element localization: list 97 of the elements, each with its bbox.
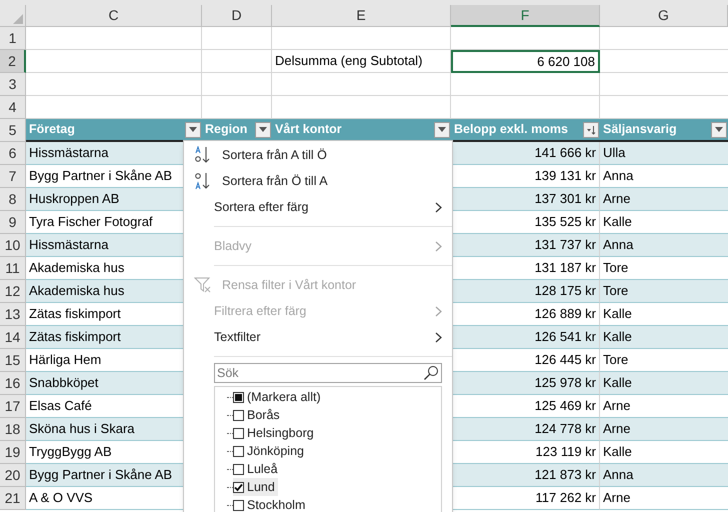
table-cell: 126 889 kr [451, 303, 600, 326]
clear-filter-icon [194, 276, 212, 294]
column-header[interactable]: E [272, 5, 451, 27]
row-header[interactable]: 13 [0, 303, 26, 326]
table-cell: Arne [600, 188, 728, 211]
dropdown-arrow-icon [189, 127, 197, 132]
chevron-right-icon [435, 332, 442, 342]
checkbox[interactable] [233, 428, 244, 438]
table-cell: 131 187 kr [451, 257, 600, 280]
table-cell: 139 131 kr [451, 165, 600, 188]
value-option[interactable]: Helsingborg [233, 424, 317, 442]
value-option[interactable]: Stockholm [233, 496, 308, 512]
table-cell: 126 541 kr [451, 326, 600, 349]
row-header[interactable]: 10 [0, 234, 26, 257]
subtotal-cell[interactable]: 6 620 108 [451, 50, 600, 73]
table-cell: Tore [600, 280, 728, 303]
row-header[interactable]: 16 [0, 372, 26, 395]
value-option[interactable]: Luleå [233, 460, 281, 478]
checkbox[interactable] [233, 464, 244, 474]
row-header[interactable]: 2 [0, 50, 26, 73]
grid-cell[interactable] [202, 73, 272, 96]
table-cell: Kalle [600, 326, 728, 349]
grid-cell[interactable] [26, 50, 202, 73]
row-header[interactable]: 12 [0, 280, 26, 303]
value-option[interactable]: Jönköping [233, 442, 307, 460]
row-header[interactable]: 7 [0, 165, 26, 188]
row-header[interactable]: 18 [0, 418, 26, 441]
row-header[interactable]: 20 [0, 464, 26, 487]
table-header-cell: Företag [26, 119, 202, 142]
filter-button[interactable] [434, 122, 450, 138]
row-header[interactable]: 1 [0, 27, 26, 50]
table-cell: 124 778 kr [451, 418, 600, 441]
row-header[interactable]: 8 [0, 188, 26, 211]
table-cell: 131 737 kr [451, 234, 600, 257]
checkbox[interactable] [233, 410, 244, 420]
table-cell: Ulla [600, 142, 728, 165]
table-cell: 141 666 kr [451, 142, 600, 165]
checkbox[interactable] [233, 482, 244, 492]
row-header[interactable]: 15 [0, 349, 26, 372]
table-header-cell: Region [202, 119, 272, 142]
table-cell: Anna [600, 234, 728, 257]
table-cell: 125 469 kr [451, 395, 600, 418]
checkbox[interactable] [233, 500, 244, 510]
row-header[interactable]: 14 [0, 326, 26, 349]
table-cell: 135 525 kr [451, 211, 600, 234]
table-cell: 128 175 kr [451, 280, 600, 303]
row-header[interactable]: 11 [0, 257, 26, 280]
checkbox[interactable] [233, 446, 244, 456]
grid-cell[interactable] [26, 27, 202, 50]
subtotal-label: Delsumma (eng Subtotal) [272, 50, 451, 73]
table-cell: 121 873 kr [451, 464, 600, 487]
search-icon [423, 365, 439, 381]
grid-cell[interactable] [272, 73, 451, 96]
filter-button[interactable] [185, 122, 201, 138]
chevron-right-icon [435, 202, 442, 212]
table-cell: Kalle [600, 372, 728, 395]
grid-cell[interactable] [451, 73, 600, 96]
table-cell: 125 978 kr [451, 372, 600, 395]
grid-cell[interactable] [451, 27, 600, 50]
row-header[interactable]: 5 [0, 119, 26, 142]
grid-cell[interactable] [26, 73, 202, 96]
sort-filter-button[interactable] [583, 122, 599, 138]
table-header-cell: Säljansvarig [600, 119, 728, 142]
row-header[interactable]: 9 [0, 211, 26, 234]
dropdown-arrow-icon [438, 127, 446, 132]
dropdown-arrow-icon [715, 127, 723, 132]
chevron-right-icon [435, 306, 442, 316]
table-header-cell: Belopp exkl. moms [451, 119, 600, 142]
value-option[interactable]: (Markera allt) [233, 388, 324, 406]
row-header[interactable]: 3 [0, 73, 26, 96]
dropdown-arrow-icon [259, 127, 267, 132]
chevron-right-icon [435, 240, 442, 252]
table-cell: 126 445 kr [451, 349, 600, 372]
table-cell: Anna [600, 464, 728, 487]
value-option[interactable]: Borås [233, 406, 283, 424]
table-cell: 123 119 kr [451, 441, 600, 464]
table-cell: 137 301 kr [451, 188, 600, 211]
column-header[interactable]: F [451, 5, 600, 27]
row-header[interactable]: 21 [0, 487, 26, 510]
value-option[interactable]: Lund [233, 478, 278, 496]
filter-button[interactable] [711, 122, 727, 138]
row-header[interactable]: 6 [0, 142, 26, 165]
row-header[interactable]: 19 [0, 441, 26, 464]
grid-cell[interactable] [272, 27, 451, 50]
table-header-cell: Vårt kontor [272, 119, 451, 142]
table-cell: Arne [600, 418, 728, 441]
grid-cell[interactable] [202, 50, 272, 73]
column-header[interactable]: G [600, 5, 728, 27]
grid-cell[interactable] [202, 27, 272, 50]
corner-triangle-icon [13, 14, 23, 24]
column-header[interactable]: D [202, 5, 272, 27]
row-header[interactable]: 17 [0, 395, 26, 418]
table-cell: 117 262 kr [451, 487, 600, 510]
column-header[interactable]: C [26, 5, 202, 27]
filter-button[interactable] [255, 122, 271, 138]
sorted-filter-icon [586, 124, 596, 134]
row-header[interactable]: 4 [0, 96, 26, 119]
